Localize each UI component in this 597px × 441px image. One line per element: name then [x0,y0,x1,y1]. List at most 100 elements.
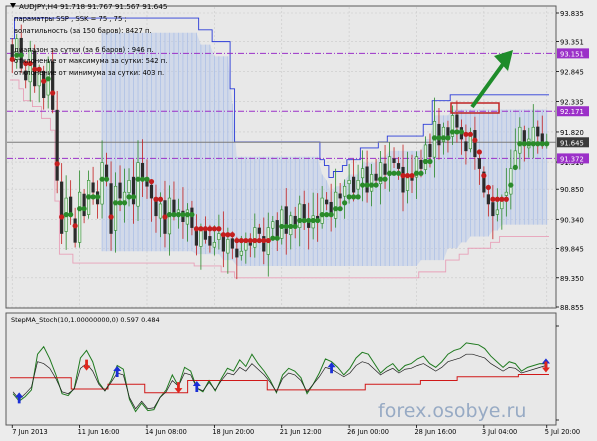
stepma-dot [202,226,208,232]
x-tick-label: 28 Jun 16:00 [414,428,456,436]
stepma-dot [238,237,244,244]
stepma-dot [409,173,415,179]
stepma-dot [454,129,460,135]
y-tick-label: 91.820 [560,129,584,137]
x-tick-label: 3 Jul 04:00 [482,428,517,436]
stepma-dot [346,194,352,200]
candle-body [374,173,378,181]
level-label: 93.151 [560,50,584,58]
candle-body [396,163,401,169]
stepma-dot [292,223,298,230]
candle-body [365,166,369,193]
stepma-dot [112,200,119,206]
stepma-dot [333,206,339,212]
stepma-dot [270,235,276,241]
stepma-dot [494,196,500,202]
stepma-dot [103,176,110,182]
stepma-dot [157,196,164,202]
stepma-dot [288,223,294,230]
stepma-dot [508,182,514,188]
candle-body [217,233,221,240]
stepma-dot [144,176,150,182]
stepma-dot [108,214,114,220]
candle-body [284,206,288,234]
y-tick-label: 88.855 [560,304,584,312]
stepma-dot [413,170,420,176]
stepma-dot [355,194,361,200]
candle-body [486,194,490,205]
stepma-dot [274,235,280,241]
stepma-dot [395,170,402,176]
info-line-params: парамaтры SSP , SSK = 75 , 75 ; [14,15,127,23]
x-tick-label: 21 Jun 12:00 [280,428,322,436]
stepma-dot [148,178,155,185]
stepma-dot [243,237,249,244]
candle-body [347,180,351,185]
stepma-dot [422,158,429,165]
stepma-dot [252,237,258,244]
stepma-dot [189,212,195,218]
stepma-dot [301,217,307,224]
candle-body [536,126,540,137]
stepma-dot [135,176,141,182]
stepma-dot [521,141,527,147]
candle-body [113,185,118,231]
stepma-dot [234,237,240,244]
candle-body [149,184,154,199]
chart-canvas[interactable]: 93.83593.35192.84592.33591.82091.31090.8… [0,0,597,437]
stepma-dot [481,173,487,179]
stepma-dot [526,141,532,147]
candle-body [360,168,365,179]
stepma-dot [86,194,92,200]
stepma-dot [207,226,213,232]
stepma-dot [153,196,159,202]
indicator-title: StepMA_Stoch(10,1.00000000,0) 0.597 0.48… [11,316,160,324]
stepma-dot [472,137,478,143]
stepma-dot [440,135,447,141]
stepma-dot [283,223,289,230]
candle-body [82,193,86,217]
stepma-dot [436,135,442,141]
stepma-dot [90,194,96,200]
stepma-dot [77,206,83,212]
stepma-dot [306,217,312,224]
symbol-header: AUDJPY,H4 91.718 91.767 91.567 91.645 [10,2,167,11]
info-line-dev-max: отклонение от максимума за сутки: 542 п. [14,57,167,65]
stepma-dot [342,200,348,206]
stepma-dot [449,129,456,135]
candle-body [325,199,329,205]
candle-body [122,191,127,202]
candle-body [253,227,257,248]
candle-body [230,238,234,249]
stepma-dot [59,214,65,220]
x-tick-label: 14 Jun 08:00 [145,428,187,436]
candle-body [235,248,239,258]
candle-body [73,218,77,243]
stepma-dot [431,135,438,141]
stepma-dot [180,212,186,218]
stepma-dot [485,184,491,191]
y-tick-label: 89.845 [560,246,584,254]
stepma-dot [256,237,262,244]
stepma-dot [467,131,473,137]
y-tick-label: 90.850 [560,186,584,194]
info-line-volatility: волатильность (за 150 баров): 8427 п. [14,27,152,35]
stepma-dot [193,226,200,232]
stepma-dot [499,196,505,202]
stepma-dot [517,141,523,147]
stepma-dot [359,182,366,188]
candle-body [509,168,513,195]
x-tick-label: 18 Jun 20:00 [212,428,254,436]
stepma-dot [211,226,217,232]
stepma-dot [184,212,191,218]
stepma-dot [121,200,128,206]
y-tick-label: 93.835 [560,10,584,18]
info-line-dev-min: отклонение от минимума за сутки: 403 п. [14,69,164,77]
candle-body [423,144,428,170]
stepma-dot [45,76,51,82]
stepma-dot [337,206,343,212]
y-tick-label: 93.351 [560,39,584,47]
candle-body [136,162,140,207]
stepma-dot [490,196,496,202]
candle-body [127,180,131,193]
